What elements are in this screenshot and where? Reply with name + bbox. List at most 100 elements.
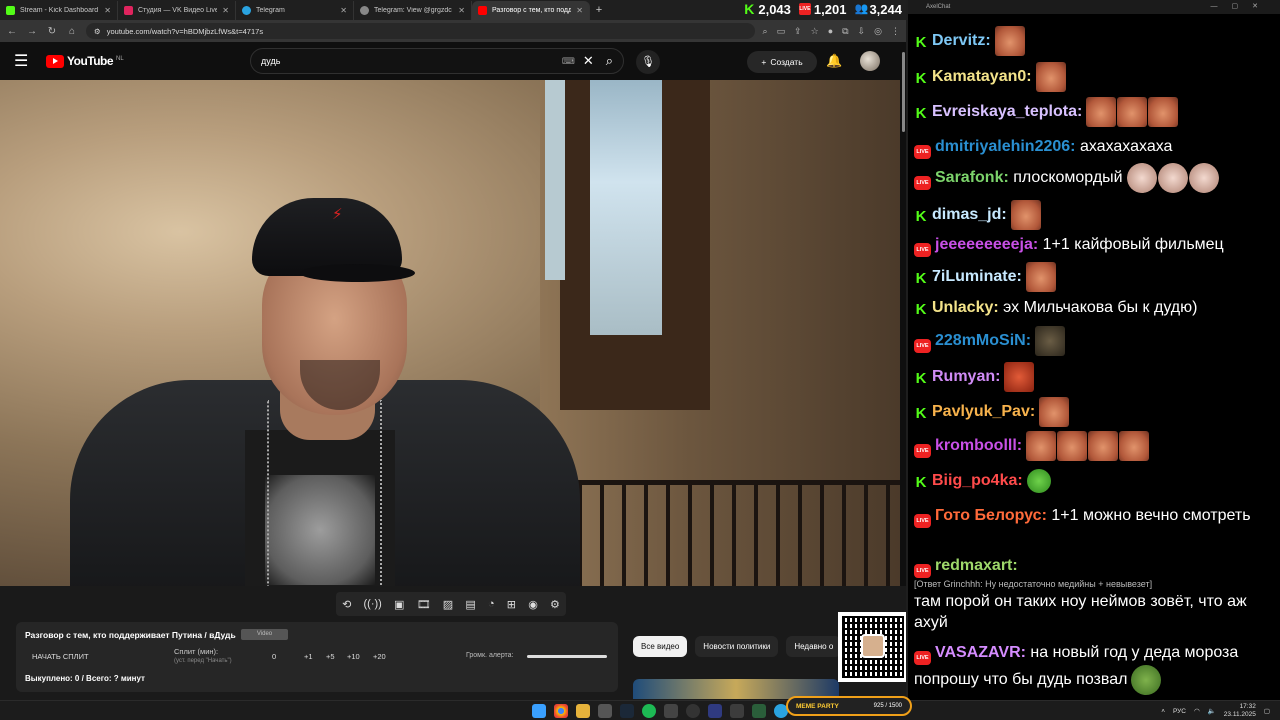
broadcast-icon[interactable]: ((·)) [364, 598, 382, 610]
tab-telegram-view[interactable]: Telegram: View @grgzdc ✕ [354, 1, 472, 20]
wifi-icon[interactable]: ◠ [1194, 707, 1200, 715]
search-input[interactable]: дудь [261, 56, 562, 66]
window-controls[interactable]: —▢✕ [1211, 0, 1272, 14]
chat-message: K 7iLuminate: [914, 262, 1272, 292]
app-icon-2[interactable] [730, 704, 744, 718]
close-icon[interactable]: ✕ [222, 6, 229, 15]
chat-username[interactable]: Biig_po4ka: [932, 472, 1023, 489]
share-icon[interactable]: ⇪ [794, 26, 802, 37]
menu-dots-icon[interactable]: ⋮ [891, 26, 900, 37]
profile-icon[interactable]: ◎ [874, 26, 882, 37]
page-scrollbar[interactable] [902, 52, 905, 132]
clip-icon[interactable]: ▤ [465, 598, 475, 611]
steam-icon[interactable] [620, 704, 634, 718]
app-icon[interactable] [664, 704, 678, 718]
create-button[interactable]: + Создать [747, 51, 817, 73]
chip-politics-news[interactable]: Новости политики [695, 636, 779, 657]
close-icon[interactable]: ✕ [104, 6, 111, 15]
start-split-button[interactable]: НАЧАТЬ СПЛИТ [32, 652, 89, 661]
chat-username[interactable]: redmaxart: [935, 557, 1018, 574]
search-box[interactable]: дудь ⌨ ✕ ⌕ [250, 48, 624, 74]
close-icon[interactable]: ✕ [458, 6, 465, 15]
address-bar[interactable]: ⚙ youtube.com/watch?v=hBDMjbzLfWs&t=4717… [86, 23, 755, 39]
windows-start-icon[interactable] [532, 704, 546, 718]
chat-username[interactable]: kromboolll: [935, 437, 1022, 454]
star-icon[interactable]: ☆ [811, 26, 819, 37]
chip-recent[interactable]: Недавно о [786, 636, 842, 657]
chrome-icon[interactable] [554, 704, 568, 718]
youtube-play-icon [46, 54, 64, 68]
speed-icon[interactable]: ◔ [488, 598, 495, 610]
chat-username[interactable]: Dervitz: [932, 32, 991, 49]
chat-username[interactable]: Гото Белорус: [935, 507, 1047, 524]
add-10-button[interactable]: +10 [347, 652, 360, 661]
download-icon[interactable]: ⇩ [858, 26, 866, 37]
chat-username[interactable]: VASAZAVR: [935, 644, 1026, 661]
chat-username[interactable]: jeeeeeeeeeja: [935, 236, 1038, 253]
add-20-button[interactable]: +20 [373, 652, 386, 661]
close-icon[interactable]: ✕ [576, 6, 583, 15]
film-icon[interactable]: 🎞 [417, 598, 431, 611]
chevron-up-icon[interactable]: ˄ [1161, 708, 1165, 715]
chat-username[interactable]: 228mMoSiN: [935, 332, 1031, 349]
clear-search-icon[interactable]: ✕ [583, 53, 594, 69]
camera-icon[interactable]: ◉ [528, 598, 538, 611]
reload-icon[interactable]: ↻ [46, 26, 58, 37]
extension-icon[interactable]: ● [828, 26, 833, 37]
add-frame-icon[interactable]: ⊞ [507, 598, 516, 611]
input-language[interactable]: РУС [1173, 708, 1186, 715]
back-icon[interactable]: ← [6, 26, 18, 37]
tab-kick-dashboard[interactable]: Stream - Kick Dashboard ✕ [0, 1, 118, 20]
tab-telegram[interactable]: Telegram ✕ [236, 1, 354, 20]
gear-icon[interactable]: ⚙ [550, 598, 560, 611]
chat-username[interactable]: Unlacky: [932, 299, 999, 316]
chat-text: эх Мильчакова бы к дудю) [1003, 299, 1198, 316]
clock[interactable]: 17:32 23.11.2025 [1224, 703, 1256, 719]
forward-icon[interactable]: → [26, 26, 38, 37]
obs-icon[interactable] [686, 704, 700, 718]
menu-icon[interactable]: ☰ [14, 51, 32, 71]
folder-icon[interactable] [576, 704, 590, 718]
search-icon[interactable]: ⌕ [606, 53, 613, 69]
chat-username[interactable]: Kamatayan0: [932, 68, 1032, 85]
keyboard-icon[interactable]: ⌨ [562, 56, 575, 67]
video-player[interactable]: ⚡ [0, 80, 900, 586]
search-icon[interactable]: ⌕ [763, 26, 768, 37]
volume-icon[interactable]: 🔈 [1208, 707, 1216, 715]
chat-username[interactable]: dmitriyalehin2206: [935, 138, 1076, 155]
media-player-icon[interactable] [708, 704, 722, 718]
avatar[interactable] [860, 51, 880, 71]
spotify-icon[interactable] [642, 704, 656, 718]
microphone-icon[interactable]: 🎙 [636, 50, 660, 74]
meme-party-widget[interactable]: MEME PARTY 925 / 1500 [786, 696, 912, 716]
site-info-icon[interactable]: ⚙ [94, 27, 101, 36]
bell-icon[interactable]: 🔔 [826, 53, 842, 69]
alert-volume-slider[interactable] [527, 655, 607, 658]
chat-emote [994, 26, 1025, 56]
app-icon-3[interactable] [752, 704, 766, 718]
chip-all-videos[interactable]: Все видео [633, 636, 688, 657]
tab-vk-studio[interactable]: Студия — VK Видео Live ✕ [118, 1, 236, 20]
notification-icon[interactable]: ▢ [1264, 707, 1270, 715]
close-icon[interactable]: ✕ [340, 6, 347, 15]
chat-username[interactable]: Evreiskaya_teplota: [932, 103, 1082, 120]
add-1-button[interactable]: +1 [304, 652, 313, 661]
chat-username[interactable]: Rumyan: [932, 368, 1000, 385]
extensions-puzzle-icon[interactable]: ⧉ [842, 26, 848, 37]
loop-icon[interactable]: ⟲ [342, 598, 351, 611]
browser-chrome: Stream - Kick Dashboard ✕ Студия — VK Ви… [0, 0, 906, 42]
store-icon[interactable] [598, 704, 612, 718]
live-icon: LIVE [914, 564, 931, 578]
chat-username[interactable]: 7iLuminate: [932, 268, 1022, 285]
chat-username[interactable]: dimas_jd: [932, 206, 1007, 223]
image-icon[interactable]: ▨ [443, 598, 453, 611]
chat-username[interactable]: Pavlyuk_Pav: [932, 403, 1035, 420]
chat-username[interactable]: Sarafonk: [935, 169, 1009, 186]
tab-youtube-video[interactable]: Разговор с тем, кто поддерж... ✕ [472, 1, 590, 20]
home-icon[interactable]: ⌂ [66, 26, 78, 37]
new-tab-button[interactable]: + [590, 1, 608, 20]
add-5-button[interactable]: +5 [326, 652, 335, 661]
youtube-logo[interactable]: YouTube NL [46, 54, 124, 68]
cast-icon[interactable]: ▣ [394, 598, 404, 611]
cast-icon[interactable]: ▭ [777, 26, 786, 37]
